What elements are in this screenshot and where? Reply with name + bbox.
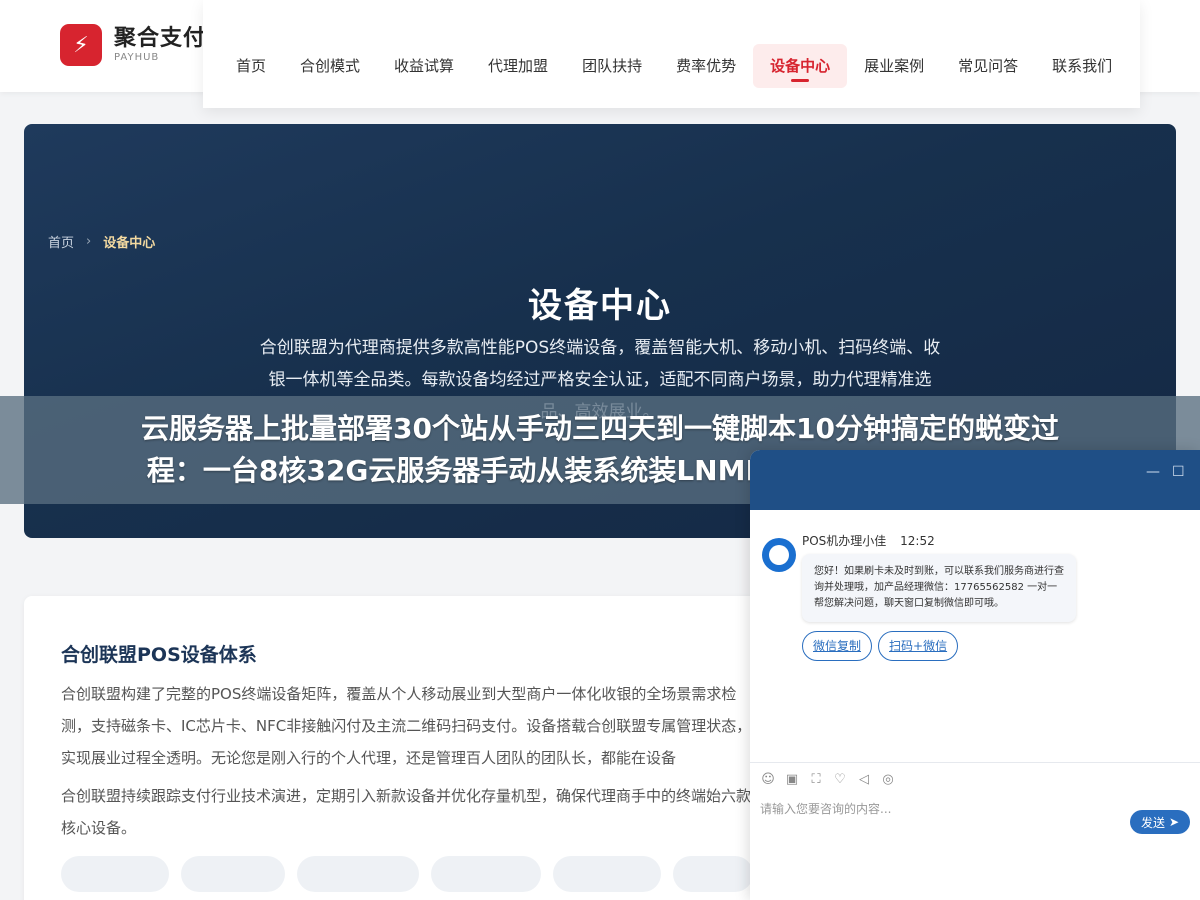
nav-card: 首页 合创模式 收益试算 代理加盟 团队扶持 费率优势 设备中心 展业案例 常见… — [203, 0, 1140, 108]
chat-widget: — ☐ POS机办理小佳 12:52 您好！如果刷卡未及时到账，可以联系我们服务… — [750, 450, 1200, 900]
copy-wechat-button[interactable]: 微信复制 — [802, 631, 873, 661]
quick-reply-buttons: 微信复制 扫码+微信 — [802, 631, 964, 661]
device-tag[interactable] — [673, 856, 753, 892]
voice-icon[interactable]: ◁ — [856, 772, 872, 788]
send-label: 发送 — [1140, 815, 1165, 830]
device-tag[interactable] — [61, 856, 169, 892]
scan-wechat-button[interactable]: 扫码+微信 — [878, 631, 959, 661]
nav-cases[interactable]: 展业案例 — [847, 44, 941, 88]
device-tag[interactable] — [431, 856, 541, 892]
send-button[interactable]: 发送 ➤ — [1130, 810, 1190, 834]
device-tags — [61, 856, 765, 892]
breadcrumb: 首页 › 设备中心 — [48, 232, 155, 251]
breadcrumb-home[interactable]: 首页 — [48, 232, 74, 251]
banner-line-1: 云服务器上批量部署30个站从手动三四天到一键脚本10分钟搞定的蜕变过 — [141, 412, 1059, 445]
message-time: 12:52 — [900, 534, 935, 548]
device-tag[interactable] — [297, 856, 419, 892]
nav-faq[interactable]: 常见问答 — [941, 44, 1035, 88]
agent-name: POS机办理小佳 — [802, 534, 887, 548]
screenshot-icon[interactable]: ⛶ — [808, 772, 824, 788]
breadcrumb-separator-icon: › — [86, 234, 92, 249]
nav-home[interactable]: 首页 — [219, 44, 283, 88]
main-nav: 首页 合创模式 收益试算 代理加盟 团队扶持 费率优势 设备中心 展业案例 常见… — [219, 44, 1129, 88]
section-title: 合创联盟POS设备体系 — [61, 644, 257, 666]
nav-agent-join[interactable]: 代理加盟 — [471, 44, 565, 88]
chat-messages: POS机办理小佳 12:52 您好！如果刷卡未及时到账，可以联系我们服务商进行查… — [750, 510, 1200, 760]
logo-name: 聚合支付 — [114, 26, 207, 51]
section-paragraph-1: 合创联盟构建了完整的POS终端设备矩阵，覆盖从个人移动展业到大型商户一体化收银的… — [61, 685, 752, 767]
image-icon[interactable]: ▣ — [784, 772, 800, 788]
nav-team-support[interactable]: 团队扶持 — [565, 44, 659, 88]
rating-icon[interactable]: ♡ — [832, 772, 848, 788]
page-title: 设备中心 — [528, 286, 672, 326]
device-tag[interactable] — [181, 856, 285, 892]
logo-tagline: PAYHUB — [114, 52, 160, 63]
nav-rate-advantage[interactable]: 费率优势 — [659, 44, 753, 88]
lightning-bolt-icon: ⚡ — [60, 24, 102, 66]
device-tag[interactable] — [553, 856, 661, 892]
nav-device-center[interactable]: 设备中心 — [753, 44, 848, 88]
nav-cooperation-model[interactable]: 合创模式 — [283, 44, 377, 88]
site-logo[interactable]: ⚡ 聚合支付 PAYHUB — [60, 24, 206, 66]
chat-toolbar: ☺ ▣ ⛶ ♡ ◁ ◎ — [750, 762, 1200, 796]
logo-text: 聚合支付 PAYHUB — [114, 26, 206, 64]
nav-earnings-calculator[interactable]: 收益试算 — [377, 44, 471, 88]
nav-contact[interactable]: 联系我们 — [1035, 44, 1129, 88]
chat-header: — ☐ — [750, 450, 1200, 510]
maximize-icon[interactable]: ☐ — [1172, 464, 1185, 480]
agent-avatar-icon — [762, 538, 796, 572]
minimize-icon[interactable]: — — [1146, 464, 1160, 480]
section-paragraph-2: 合创联盟持续跟踪支付行业技术演进，定期引入新款设备并优化存量机型，确保代理商手中… — [61, 787, 752, 837]
chat-message-bubble: 您好！如果刷卡未及时到账，可以联系我们服务商进行查询并处理哦，加产品经理微信：1… — [802, 554, 1076, 622]
send-arrow-icon: ➤ — [1168, 815, 1180, 829]
breadcrumb-current: 设备中心 — [103, 236, 156, 251]
chat-input[interactable]: 请输入您要咨询的内容... — [760, 800, 891, 817]
emoji-icon[interactable]: ☺ — [760, 772, 776, 788]
agent-meta: POS机办理小佳 12:52 — [802, 532, 935, 549]
chat-icon[interactable]: ◎ — [880, 772, 896, 788]
